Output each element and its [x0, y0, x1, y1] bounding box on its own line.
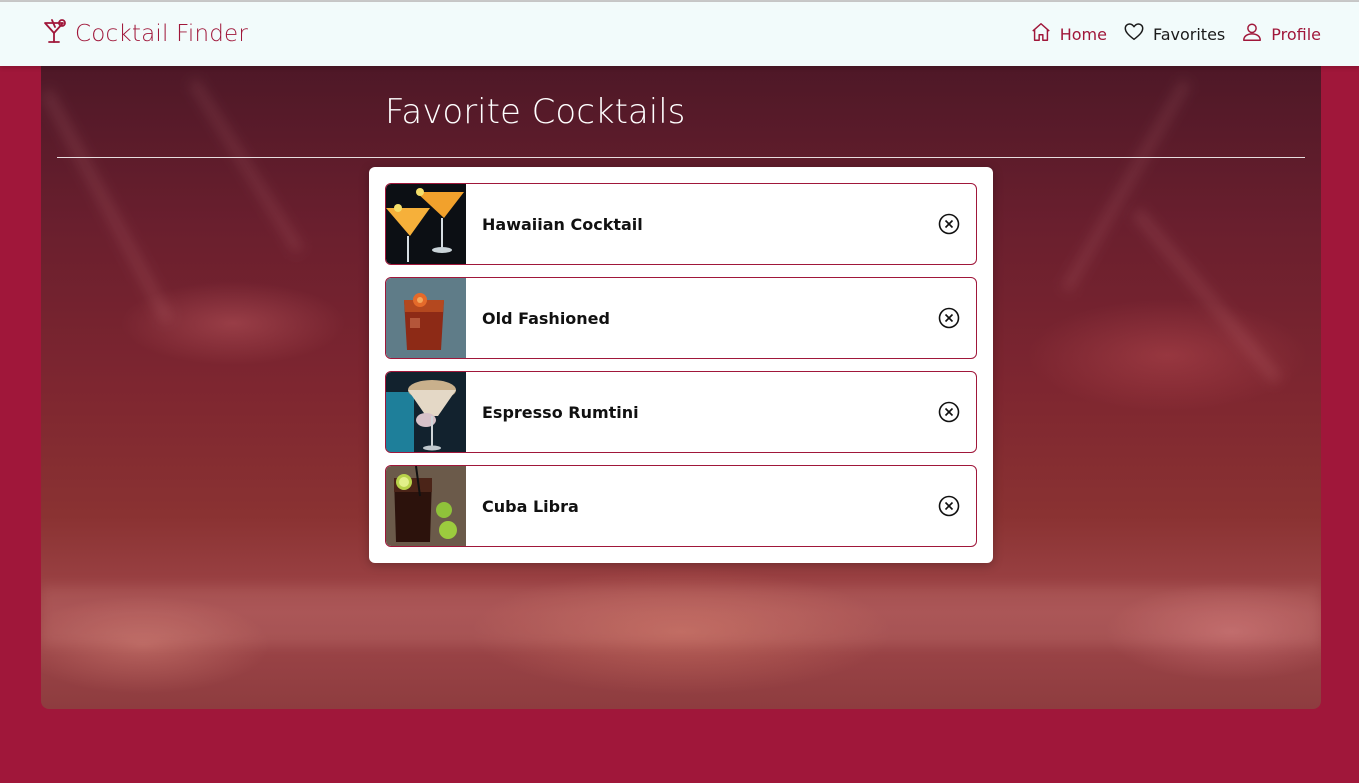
favorite-name: Cuba Libra — [482, 496, 579, 516]
remove-circle-x-icon — [938, 213, 960, 235]
nav-home-link[interactable]: Home — [1030, 21, 1107, 47]
remove-favorite-button[interactable] — [938, 401, 960, 423]
brand-name: Cocktail Finder — [75, 21, 249, 47]
remove-favorite-button[interactable] — [938, 307, 960, 329]
nav-profile-link[interactable]: Profile — [1241, 21, 1321, 47]
favorite-item[interactable]: Hawaiian Cocktail — [385, 183, 977, 265]
favorite-item[interactable]: Cuba Libra — [385, 465, 977, 547]
user-icon — [1241, 21, 1263, 47]
main-nav: Home Favorites Profile — [1030, 20, 1321, 48]
brand-link[interactable]: Cocktail Finder — [43, 19, 248, 49]
light-streak — [1131, 207, 1283, 385]
nav-profile-label: Profile — [1271, 24, 1321, 44]
remove-favorite-button[interactable] — [938, 213, 960, 235]
nav-home-label: Home — [1059, 24, 1107, 44]
favorite-item[interactable]: Espresso Rumtini — [385, 371, 977, 453]
cocktail-thumbnail — [386, 466, 466, 546]
cocktail-thumbnail — [386, 184, 466, 264]
top-navbar: Cocktail Finder Home Favorites Profile — [0, 2, 1359, 66]
cocktail-glass-icon — [43, 19, 67, 49]
nav-favorites-label: Favorites — [1152, 24, 1226, 44]
favorite-name: Old Fashioned — [482, 308, 610, 328]
cocktail-thumbnail — [386, 278, 466, 358]
favorites-card: Hawaiian Cocktail Old Fashioned Espresso… — [369, 167, 993, 563]
remove-circle-x-icon — [938, 307, 960, 329]
remove-favorite-button[interactable] — [938, 495, 960, 517]
title-divider — [57, 157, 1305, 158]
cocktail-thumbnail — [386, 372, 466, 452]
heart-icon — [1123, 21, 1145, 47]
nav-favorites-link[interactable]: Favorites — [1123, 21, 1225, 47]
light-streak — [188, 78, 304, 254]
home-icon — [1030, 21, 1052, 47]
light-streak — [41, 88, 174, 324]
favorite-name: Espresso Rumtini — [482, 402, 639, 422]
favorite-item[interactable]: Old Fashioned — [385, 277, 977, 359]
bar-shelf-glow — [41, 586, 1321, 646]
favorite-name: Hawaiian Cocktail — [482, 214, 643, 234]
remove-circle-x-icon — [938, 495, 960, 517]
remove-circle-x-icon — [938, 401, 960, 423]
page-title: Favorite Cocktails — [385, 92, 686, 132]
